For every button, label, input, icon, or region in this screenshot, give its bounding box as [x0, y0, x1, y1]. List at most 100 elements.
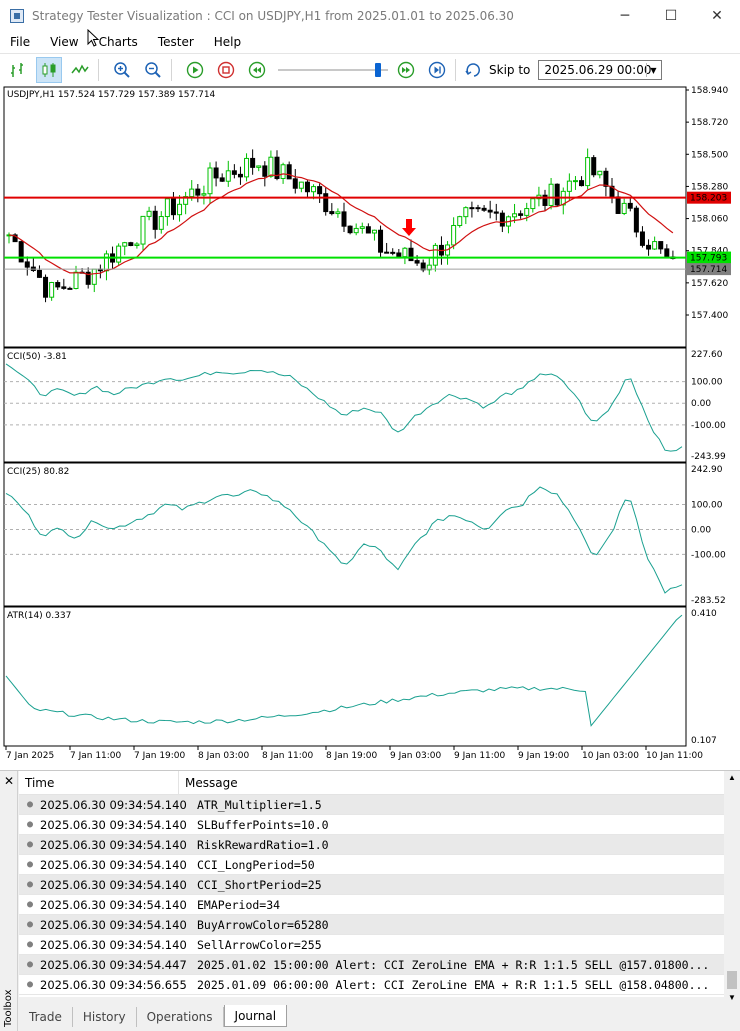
candlestick-button[interactable]	[36, 57, 62, 83]
menu-help[interactable]: Help	[204, 35, 251, 49]
candle-body	[353, 227, 359, 234]
time-axis-label: 9 Jan 11:00	[454, 751, 506, 761]
menu-tester[interactable]: Tester	[148, 35, 204, 49]
journal-row[interactable]: ● 2025.06.30 09:34:54.140 ATR_Multiplier=1…	[19, 795, 724, 815]
scroll-up-icon[interactable]: ▲	[727, 773, 737, 783]
column-header-time[interactable]: Time	[19, 771, 179, 795]
journal-message-cell: ATR_Multiplier=1.5	[197, 797, 322, 812]
candle-body	[572, 180, 578, 183]
journal-row[interactable]: ● 2025.06.30 09:34:56.655 2025.01.09 06:00…	[19, 975, 724, 995]
journal-row[interactable]: ● 2025.06.30 09:34:54.447 2025.01.02 15:00…	[19, 955, 724, 975]
chart-pane-2	[3, 347, 687, 463]
candle-body	[493, 211, 499, 214]
cci50-axis-label: -100.00	[691, 421, 726, 431]
journal-header: Time Message	[19, 771, 724, 795]
menu-view[interactable]: View	[40, 35, 88, 49]
price-axis-label: 158.940	[691, 86, 728, 96]
slider-thumb[interactable]	[375, 63, 381, 77]
sell-level-tag: 158.203	[690, 194, 727, 204]
speed-up-button[interactable]	[393, 57, 419, 83]
symbol-header: USDJPY,H1 157.524 157.729 157.389 157.71…	[7, 90, 216, 100]
chart-canvas[interactable]: 158.940158.720158.500158.280158.060157.8…	[0, 86, 740, 766]
journal-row[interactable]: ● 2025.06.30 09:34:54.140 EMAPeriod=34	[19, 895, 724, 915]
candle-body	[566, 180, 572, 192]
skip-to-date-select[interactable]: 2025.06.29 00:00 ▼	[538, 60, 663, 80]
candle-body	[146, 210, 152, 217]
bar-chart-button[interactable]	[5, 57, 31, 83]
minimize-button[interactable]: ─	[602, 0, 648, 32]
scrollbar-thumb[interactable]	[727, 971, 737, 989]
time-axis-label: 10 Jan 11:00	[646, 751, 703, 761]
candle-body	[189, 188, 195, 198]
candle-body	[591, 157, 597, 176]
atr-axis-label: 0.107	[691, 736, 717, 746]
candle-body	[530, 198, 536, 210]
journal-row[interactable]: ● 2025.06.30 09:34:54.140 BuyArrowColor=65…	[19, 915, 724, 935]
calendar-dropdown-icon[interactable]: ▼	[646, 63, 659, 77]
zoom-out-icon	[145, 62, 161, 78]
toolbox-close-icon[interactable]: ✕	[4, 774, 14, 788]
candle-body	[292, 178, 298, 189]
price-axis-label: 157.400	[691, 311, 728, 321]
journal-message-cell: 2025.01.02 15:00:00 Alert: CCI ZeroLine …	[197, 957, 710, 972]
stop-icon	[217, 61, 235, 79]
candle-body	[311, 186, 317, 193]
close-button[interactable]: ✕	[694, 0, 740, 32]
line-chart-button[interactable]	[67, 57, 93, 83]
journal-message-cell: CCI_ShortPeriod=25	[197, 877, 322, 892]
candle-body	[201, 193, 207, 196]
log-entry-icon: ●	[26, 899, 34, 910]
candle-body	[304, 181, 310, 193]
tab-history[interactable]: History	[73, 1007, 137, 1027]
journal-row[interactable]: ● 2025.06.30 09:34:54.140 SellArrowColor=2…	[19, 935, 724, 955]
candle-body	[408, 247, 414, 262]
journal-time-cell: 2025.06.30 09:34:54.140	[40, 897, 187, 912]
journal-row[interactable]: ● 2025.06.30 09:34:54.140 RiskRewardRatio=…	[19, 835, 724, 855]
candle-body	[268, 156, 274, 177]
journal-row[interactable]: ● 2025.06.30 09:34:54.140 SLBufferPoints=1…	[19, 815, 724, 835]
cci25-axis-label: -100.00	[691, 550, 726, 560]
cci25-axis-label: 0.00	[691, 525, 711, 535]
journal-scrollbar[interactable]: ▲ ▼	[724, 771, 740, 1002]
menu-file[interactable]: File	[0, 35, 40, 49]
maximize-button[interactable]: ☐	[648, 0, 694, 32]
speed-slider[interactable]	[278, 57, 388, 83]
log-entry-icon: ●	[26, 799, 34, 810]
candle-body	[585, 157, 591, 187]
chart-area[interactable]: 158.940158.720158.500158.280158.060157.8…	[0, 86, 740, 766]
step-forward-button[interactable]	[424, 57, 450, 83]
log-entry-icon: ●	[26, 879, 34, 890]
skip-to-icon-button[interactable]	[463, 57, 485, 83]
atr-axis-label: 0.410	[691, 609, 717, 619]
journal-message-cell: 2025.01.09 06:00:00 Alert: CCI ZeroLine …	[197, 977, 710, 992]
slow-down-button[interactable]	[244, 57, 270, 83]
play-button[interactable]	[182, 57, 208, 83]
zoom-out-button[interactable]	[140, 57, 166, 83]
candle-body	[18, 241, 24, 263]
zoom-in-button[interactable]	[109, 57, 135, 83]
candle-body	[73, 271, 79, 289]
candle-body	[518, 213, 524, 216]
candle-body	[250, 157, 256, 168]
tab-operations[interactable]: Operations	[137, 1007, 224, 1027]
scroll-down-icon[interactable]: ▼	[727, 993, 737, 1003]
journal-row[interactable]: ● 2025.06.30 09:34:54.140 CCI_LongPeriod=5…	[19, 855, 724, 875]
window-title: Strategy Tester Visualization : CCI on U…	[32, 9, 514, 23]
journal-time-cell: 2025.06.30 09:34:54.140	[40, 797, 187, 812]
column-header-message[interactable]: Message	[179, 771, 238, 795]
stop-button[interactable]	[213, 57, 239, 83]
price-axis-label: 158.060	[691, 215, 728, 225]
slider-track	[278, 69, 388, 71]
candle-body	[365, 226, 371, 234]
candle-body	[317, 186, 323, 195]
candle-body	[24, 261, 30, 268]
journal-row[interactable]: ● 2025.06.30 09:34:54.140 CCI_ShortPeriod=…	[19, 875, 724, 895]
tab-journal[interactable]: Journal	[223, 1005, 288, 1027]
candle-body	[652, 241, 658, 250]
line-chart-icon	[71, 64, 89, 74]
candlestick-icon	[42, 63, 56, 77]
tab-trade[interactable]: Trade	[19, 1007, 73, 1027]
play-icon	[186, 61, 204, 79]
journal-time-cell: 2025.06.30 09:34:54.140	[40, 877, 187, 892]
candle-body	[639, 231, 645, 246]
